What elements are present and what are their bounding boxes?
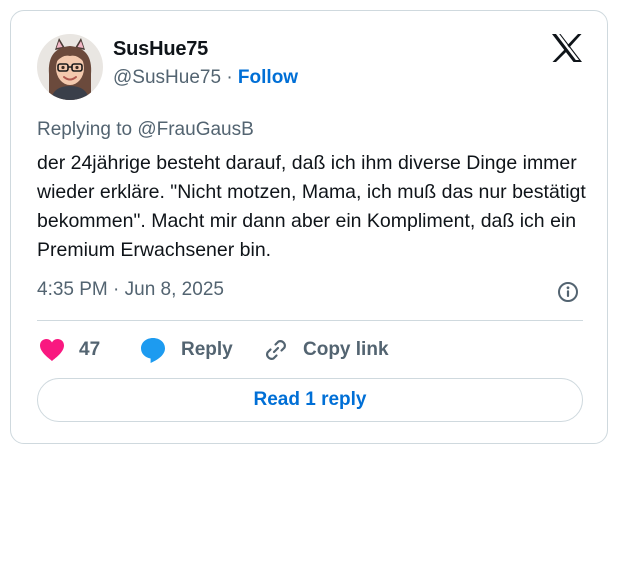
- author-handle[interactable]: @SusHue75: [113, 67, 221, 88]
- copy-link-button[interactable]: Copy link: [263, 335, 389, 365]
- read-replies-button[interactable]: Read 1 reply: [37, 378, 583, 422]
- reply-label: Reply: [181, 339, 233, 360]
- avatar[interactable]: [37, 34, 103, 100]
- author-name[interactable]: SusHue75: [113, 38, 208, 61]
- reply-button[interactable]: Reply: [139, 335, 233, 365]
- tweet-timestamp[interactable]: 4:35 PM · Jun 8, 2025: [37, 279, 224, 301]
- link-icon: [263, 337, 289, 363]
- info-icon[interactable]: [557, 281, 579, 303]
- heart-icon: [39, 338, 65, 362]
- copy-link-label: Copy link: [303, 339, 389, 360]
- author-handle-row: @SusHue75 · Follow: [113, 67, 298, 89]
- replying-to-label[interactable]: Replying to @FrauGausB: [37, 119, 254, 141]
- follow-button[interactable]: Follow: [238, 67, 298, 88]
- separator-dot: ·: [226, 67, 233, 88]
- divider: [37, 320, 583, 321]
- tweet-text: der 24jährige besteht darauf, daß ich ih…: [37, 152, 586, 261]
- x-logo-icon[interactable]: [551, 33, 583, 63]
- read-replies-label: Read 1 reply: [253, 389, 367, 410]
- speech-bubble-icon: [139, 336, 167, 364]
- tweet-card: SusHue75 @SusHue75 · Follow Replying to …: [10, 10, 608, 444]
- like-button[interactable]: 47: [39, 335, 100, 365]
- like-count: 47: [79, 339, 101, 360]
